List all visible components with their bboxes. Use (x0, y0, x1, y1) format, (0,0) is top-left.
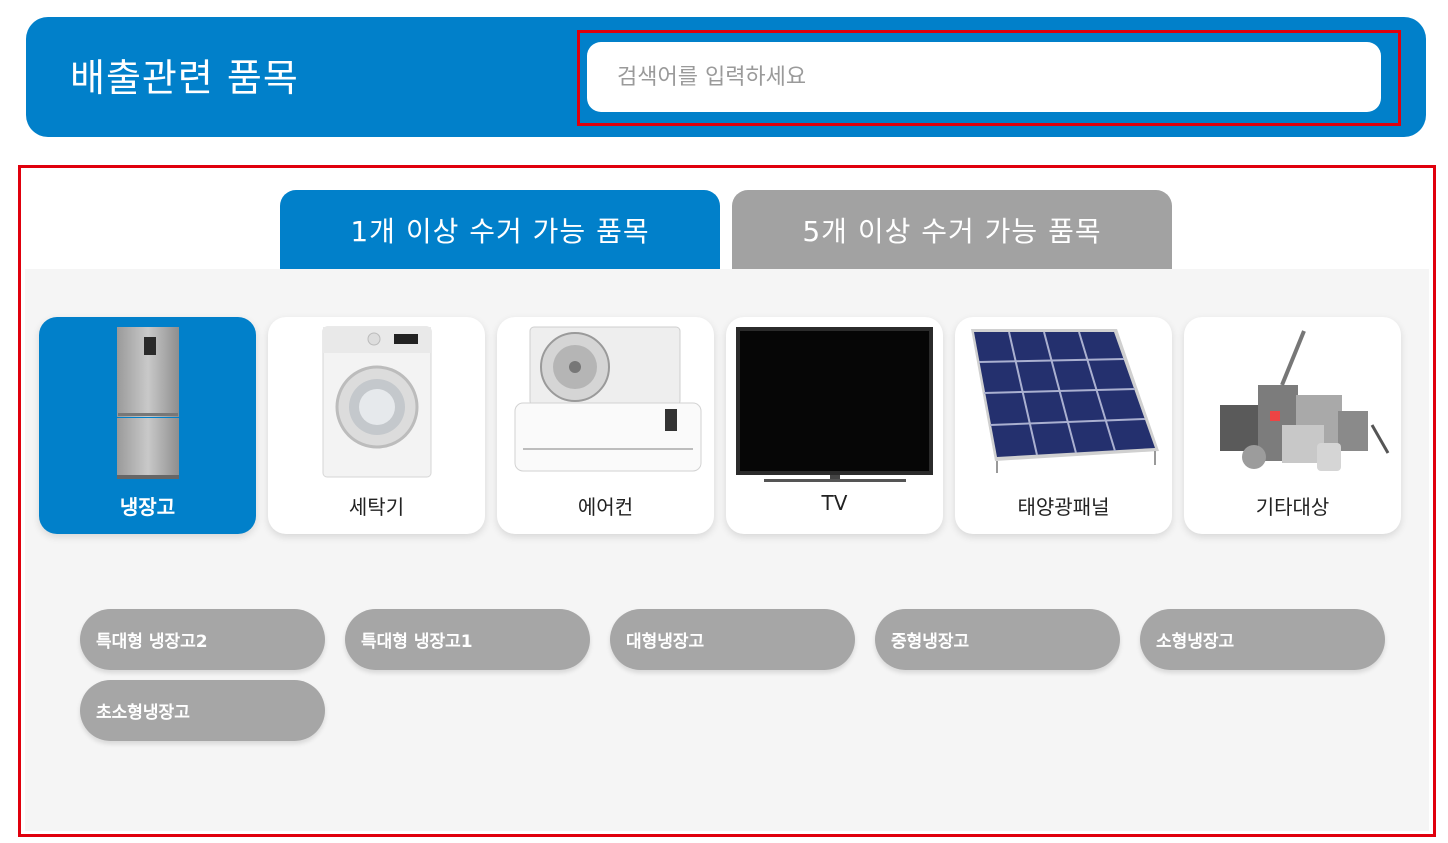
category-solar-panel[interactable]: 태양광패널 (955, 317, 1172, 534)
subitem-button[interactable]: 특대형 냉장고1 (345, 609, 590, 670)
tab-5plus-items[interactable]: 5개 이상 수거 가능 품목 (732, 190, 1172, 270)
category-label: 태양광패널 (1017, 495, 1110, 519)
items-panel: 1개 이상 수거 가능 품목 5개 이상 수거 가능 품목 냉장고 세탁기 에어… (18, 165, 1436, 837)
air-conditioner-icon (505, 325, 706, 485)
category-washing-machine[interactable]: 세탁기 (268, 317, 485, 534)
search-input[interactable] (587, 42, 1381, 112)
subitem-button[interactable]: 중형냉장고 (875, 609, 1120, 670)
solar-panel-icon (963, 325, 1164, 485)
category-refrigerator[interactable]: 냉장고 (39, 317, 256, 534)
category-tv[interactable]: TV (726, 317, 943, 534)
category-label: 기타대상 (1255, 495, 1330, 519)
page-title: 배출관련 품목 (70, 56, 299, 100)
subitem-button[interactable]: 대형냉장고 (610, 609, 855, 670)
subitem-button[interactable]: 특대형 냉장고2 (80, 609, 325, 670)
header-bar: 배출관련 품목 (26, 17, 1426, 137)
category-label: 에어컨 (577, 495, 634, 519)
appliances-icon (1192, 325, 1393, 485)
washing-machine-icon (276, 325, 477, 485)
category-label: 세탁기 (348, 495, 405, 519)
category-label: 냉장고 (119, 495, 176, 519)
category-other[interactable]: 기타대상 (1184, 317, 1401, 534)
subitem-button[interactable]: 소형냉장고 (1140, 609, 1385, 670)
category-list: 냉장고 세탁기 에어컨 TV 태양광패널 기타대상 (39, 317, 1419, 537)
subitem-button[interactable]: 초소형냉장고 (80, 680, 325, 741)
category-air-conditioner[interactable]: 에어컨 (497, 317, 714, 534)
tv-icon (734, 325, 935, 485)
refrigerator-icon (47, 325, 248, 485)
tab-1plus-items[interactable]: 1개 이상 수거 가능 품목 (280, 190, 720, 270)
category-label: TV (821, 491, 848, 515)
